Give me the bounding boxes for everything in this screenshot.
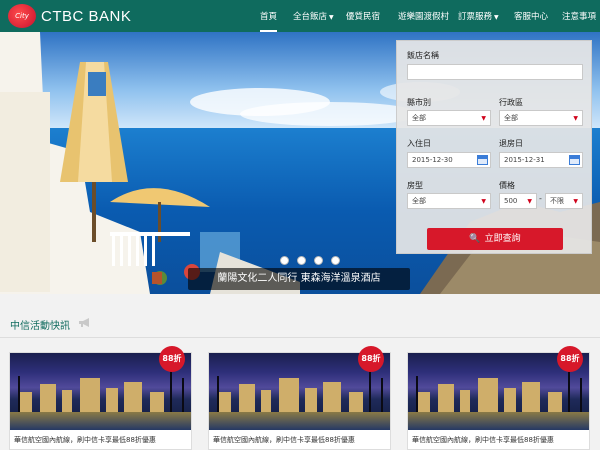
promo-card[interactable]: 88折 華信航空國內航線，刷中信卡享最低88折優惠 (407, 346, 590, 450)
calendar-icon[interactable] (477, 155, 488, 165)
carousel-dot-2[interactable] (297, 256, 306, 265)
carousel-dot-1[interactable] (280, 256, 289, 265)
section-title: 中信活動快訊 (10, 321, 70, 332)
megaphone-icon (79, 318, 89, 327)
district-select[interactable]: 全部 ▼ (499, 110, 583, 126)
promo-card[interactable]: 88折 華信航空國內航線，刷中信卡享最低88折優惠 (9, 346, 192, 450)
nav-tickets[interactable]: 訂票服務 ▼ (458, 0, 499, 32)
search-submit-button[interactable]: 🔍 立即查詢 (427, 228, 563, 250)
price-label: 價格 (499, 181, 515, 190)
room-type-select[interactable]: 全部 ▼ (407, 193, 491, 209)
checkout-label: 退房日 (499, 139, 523, 148)
district-label: 行政區 (499, 98, 523, 107)
promo-text[interactable]: 華信航空國內航線，刷中信卡享最低88折優惠 (412, 435, 554, 445)
caret-down-icon: ▼ (494, 14, 499, 21)
caret-down-icon: ▼ (329, 14, 334, 21)
dropdown-arrow-icon: ▼ (527, 198, 532, 205)
promo-text[interactable]: 華信航空國內航線，刷中信卡享最低88折優惠 (14, 435, 156, 445)
nav-bnb[interactable]: 優質民宿 (346, 0, 380, 32)
logo-mark-icon: City (8, 4, 36, 28)
promo-text[interactable]: 華信航空國內航線，刷中信卡享最低88折優惠 (213, 435, 355, 445)
discount-badge: 88折 (358, 346, 384, 372)
hero-caption[interactable]: 蘭陽文化二人同行 東森海洋溫泉酒店 (188, 268, 410, 290)
discount-badge: 88折 (557, 346, 583, 372)
search-icon: 🔍 (469, 234, 481, 244)
top-header: City CTBC BANK 首頁 全台飯店 ▼ 優質民宿 遊樂園渡假村 訂票服務… (0, 0, 600, 32)
price-separator: - (539, 194, 542, 203)
calendar-icon[interactable] (569, 155, 580, 165)
checkout-date-input[interactable]: 2015-12-31 (499, 152, 583, 168)
hotel-search-panel: 飯店名稱 縣市別 全部 ▼ 行政區 全部 ▼ 入住日 2015-12-30 退房日 … (396, 40, 592, 254)
checkin-label: 入住日 (407, 139, 431, 148)
dropdown-arrow-icon: ▼ (481, 115, 486, 122)
section-divider (0, 337, 600, 338)
nav-hotels[interactable]: 全台飯店 ▼ (293, 0, 334, 32)
dropdown-arrow-icon: ▼ (481, 198, 486, 205)
price-min-select[interactable]: 500 ▼ (499, 193, 537, 209)
nav-home[interactable]: 首頁 (260, 0, 278, 32)
dropdown-arrow-icon: ▼ (573, 198, 578, 205)
dropdown-arrow-icon: ▼ (573, 115, 578, 122)
hotel-name-label: 飯店名稱 (407, 51, 439, 60)
promo-card[interactable]: 88折 華信航空國內航線，刷中信卡享最低88折優惠 (208, 346, 391, 450)
city-label: 縣市別 (407, 98, 431, 107)
nav-notes[interactable]: 注意事項 (562, 0, 596, 32)
carousel-dot-3[interactable] (314, 256, 323, 265)
brand-name: CTBC BANK (41, 7, 132, 25)
checkin-date-input[interactable]: 2015-12-30 (407, 152, 491, 168)
nav-support[interactable]: 客服中心 (514, 0, 548, 32)
carousel-dots (280, 256, 340, 265)
discount-badge: 88折 (159, 346, 185, 372)
hotel-name-input[interactable] (407, 64, 583, 80)
room-type-label: 房型 (407, 181, 423, 190)
bank-logo[interactable]: City CTBC BANK (8, 4, 131, 28)
price-max-select[interactable]: 不限 ▼ (545, 193, 583, 209)
nav-resorts[interactable]: 遊樂園渡假村 (398, 0, 449, 32)
city-select[interactable]: 全部 ▼ (407, 110, 491, 126)
carousel-dot-4[interactable] (331, 256, 340, 265)
